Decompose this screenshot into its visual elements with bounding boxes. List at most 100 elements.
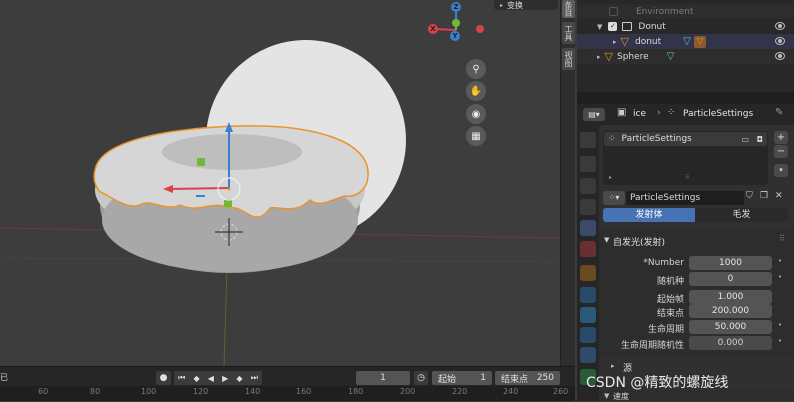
editor-type-button[interactable]: ▤▾ — [583, 108, 605, 121]
seed-field[interactable]: 0 — [689, 272, 772, 286]
tab-item[interactable]: 条目 — [562, 0, 575, 18]
timeline-left-label: 已 — [0, 373, 8, 382]
constraints-tab-icon[interactable] — [580, 347, 596, 363]
jump-start-icon[interactable]: ⏮ — [178, 373, 185, 383]
gizmo-z-axis[interactable]: Z — [451, 2, 461, 12]
grid-icon[interactable]: ▦ — [466, 126, 486, 146]
emitter-tab[interactable]: 发射体 — [603, 208, 695, 222]
settings-name-field[interactable]: ParticleSettings — [626, 191, 744, 205]
camera-icon[interactable]: ◘ — [757, 135, 763, 144]
resize-handle-icon[interactable]: ⠿ — [685, 174, 689, 181]
drag-handle-icon[interactable]: ⠿ — [779, 234, 785, 243]
monitor-icon[interactable]: ▭ — [741, 135, 749, 144]
camera-icon[interactable]: ◉ — [466, 104, 486, 124]
physics-tab-icon[interactable] — [580, 327, 596, 343]
expand-arrow-icon[interactable]: ▼ — [597, 23, 602, 31]
browse-settings-button[interactable]: ⁘▾ — [603, 191, 625, 205]
unlink-icon[interactable]: ✕ — [775, 191, 787, 205]
frame-start-field[interactable]: 起始 1 — [432, 371, 492, 385]
zoom-icon[interactable]: ⚲ — [466, 59, 486, 79]
checkbox-checked-icon[interactable]: ✓ — [608, 22, 618, 31]
checkbox[interactable] — [609, 7, 618, 16]
keyframe-dot-icon[interactable]: • — [778, 337, 782, 345]
frame-end-field[interactable]: 200.000 — [689, 304, 772, 318]
expand-arrow-icon[interactable]: ▸ — [613, 38, 617, 46]
outliner-label: donut — [634, 36, 662, 47]
world-tab-icon[interactable] — [580, 241, 596, 257]
breadcrumb-settings[interactable]: ParticleSettings — [683, 109, 753, 119]
object-tab-icon[interactable] — [580, 265, 596, 281]
slot-name: ParticleSettings — [621, 134, 692, 144]
eye-icon[interactable] — [775, 52, 785, 60]
hand-icon[interactable]: ✋ — [466, 81, 486, 101]
remove-slot-button[interactable]: − — [774, 145, 788, 158]
particles-tab-icon[interactable] — [580, 307, 596, 323]
add-slot-button[interactable]: + — [774, 131, 788, 144]
lifetime-field[interactable]: 50.000 — [689, 320, 772, 334]
record-button[interactable]: ● — [156, 371, 171, 385]
ruler-tick: 160 — [296, 387, 312, 396]
tool-tab-icon[interactable] — [580, 132, 596, 148]
keyframe-dot-icon[interactable]: • — [778, 273, 782, 281]
expand-arrow-icon[interactable]: ▸ — [597, 53, 601, 61]
gizmo-neg-x-axis[interactable] — [476, 25, 484, 33]
lifetime-random-field[interactable]: 0.000 — [689, 336, 772, 350]
modifier-icon: ▽ — [693, 35, 706, 48]
gizmo-y-axis-dot[interactable] — [452, 19, 460, 27]
transform-panel-label: 变换 — [507, 0, 524, 10]
play-reverse-icon[interactable]: ◀ — [208, 374, 214, 383]
breadcrumb-object[interactable]: ice — [633, 109, 646, 119]
3d-viewport[interactable]: ▸ 变换 Z X Y ⚲ ✋ ◉ ▦ — [0, 0, 560, 366]
gizmo-y-axis[interactable]: Y — [450, 31, 460, 41]
eye-icon[interactable] — [775, 22, 785, 30]
frame-end-field[interactable]: 结束点 250 — [495, 371, 560, 385]
number-field[interactable]: 1000 — [689, 256, 772, 270]
outliner-row-donut-collection[interactable]: ▼ ✓ Donut — [577, 19, 794, 34]
next-keyframe-icon[interactable]: ◆ — [236, 374, 242, 383]
pin-icon[interactable]: ✎ — [775, 107, 783, 118]
timeline-ruler[interactable] — [0, 386, 575, 401]
eye-icon[interactable] — [775, 37, 785, 45]
field-label: *Number — [643, 258, 684, 268]
render-tab-icon[interactable] — [580, 156, 596, 172]
keyframe-dot-icon[interactable]: • — [778, 321, 782, 329]
current-frame-field[interactable]: 1 — [356, 371, 410, 385]
scene-tab-icon[interactable] — [580, 220, 596, 236]
outliner-label: Donut — [638, 21, 666, 32]
list-item[interactable]: ⁘ ParticleSettings ▭ ◘ — [604, 132, 767, 146]
tab-tool[interactable]: 工具 — [562, 22, 575, 44]
gizmo-x-axis[interactable]: X — [428, 24, 438, 34]
play-icon[interactable]: ▶ — [222, 374, 228, 383]
transform-panel-header[interactable]: ▸ 变换 — [494, 0, 558, 10]
jump-end-icon[interactable]: ⏭ — [251, 373, 258, 383]
tab-view[interactable]: 视图 — [562, 48, 575, 70]
duplicate-icon[interactable]: ❐ — [760, 191, 772, 205]
object-icon: ▣ — [617, 107, 627, 118]
keyframe-dot-icon[interactable]: • — [778, 257, 782, 265]
outliner-row-environment[interactable]: Environment — [577, 4, 794, 19]
ruler-tick: 100 — [141, 387, 157, 396]
view-layer-tab-icon[interactable] — [580, 199, 596, 215]
modifier-tab-icon[interactable] — [580, 287, 596, 303]
ruler-tick: 240 — [503, 387, 519, 396]
area-divider[interactable] — [577, 92, 794, 103]
panel-collapse-icon: ▼ — [604, 392, 610, 400]
outliner-row-sphere[interactable]: ▸ ▽ Sphere ▽ — [577, 49, 794, 64]
collapse-arrow-icon: ▸ — [500, 1, 504, 9]
particle-system-list[interactable]: ⁘ ParticleSettings ▭ ◘ ▸ ⠿ — [603, 131, 768, 185]
hair-tab[interactable]: 毛发 — [695, 208, 788, 222]
clock-icon[interactable]: ◷ — [414, 371, 428, 385]
prev-keyframe-icon[interactable]: ◆ — [193, 374, 199, 383]
particles-icon: ⁘ — [667, 107, 676, 118]
expand-arrow-icon[interactable]: ▸ — [609, 174, 612, 181]
ruler-tick: 220 — [452, 387, 468, 396]
output-tab-icon[interactable] — [580, 178, 596, 194]
fake-user-icon[interactable]: ⛉ — [746, 191, 758, 205]
outliner-label: Sphere — [616, 51, 649, 62]
emission-panel-title: 自发光(发射) — [613, 238, 666, 248]
panel-collapse-icon[interactable]: ▼ — [604, 236, 609, 244]
specials-menu-button[interactable]: ▾ — [774, 164, 788, 177]
outliner-row-donut-object[interactable]: ▸ ▽ donut ▽ ▽ — [577, 34, 794, 49]
frame-start-field[interactable]: 1.000 — [689, 290, 772, 304]
sidebar-tabs: 条目 工具 视图 — [560, 0, 575, 401]
